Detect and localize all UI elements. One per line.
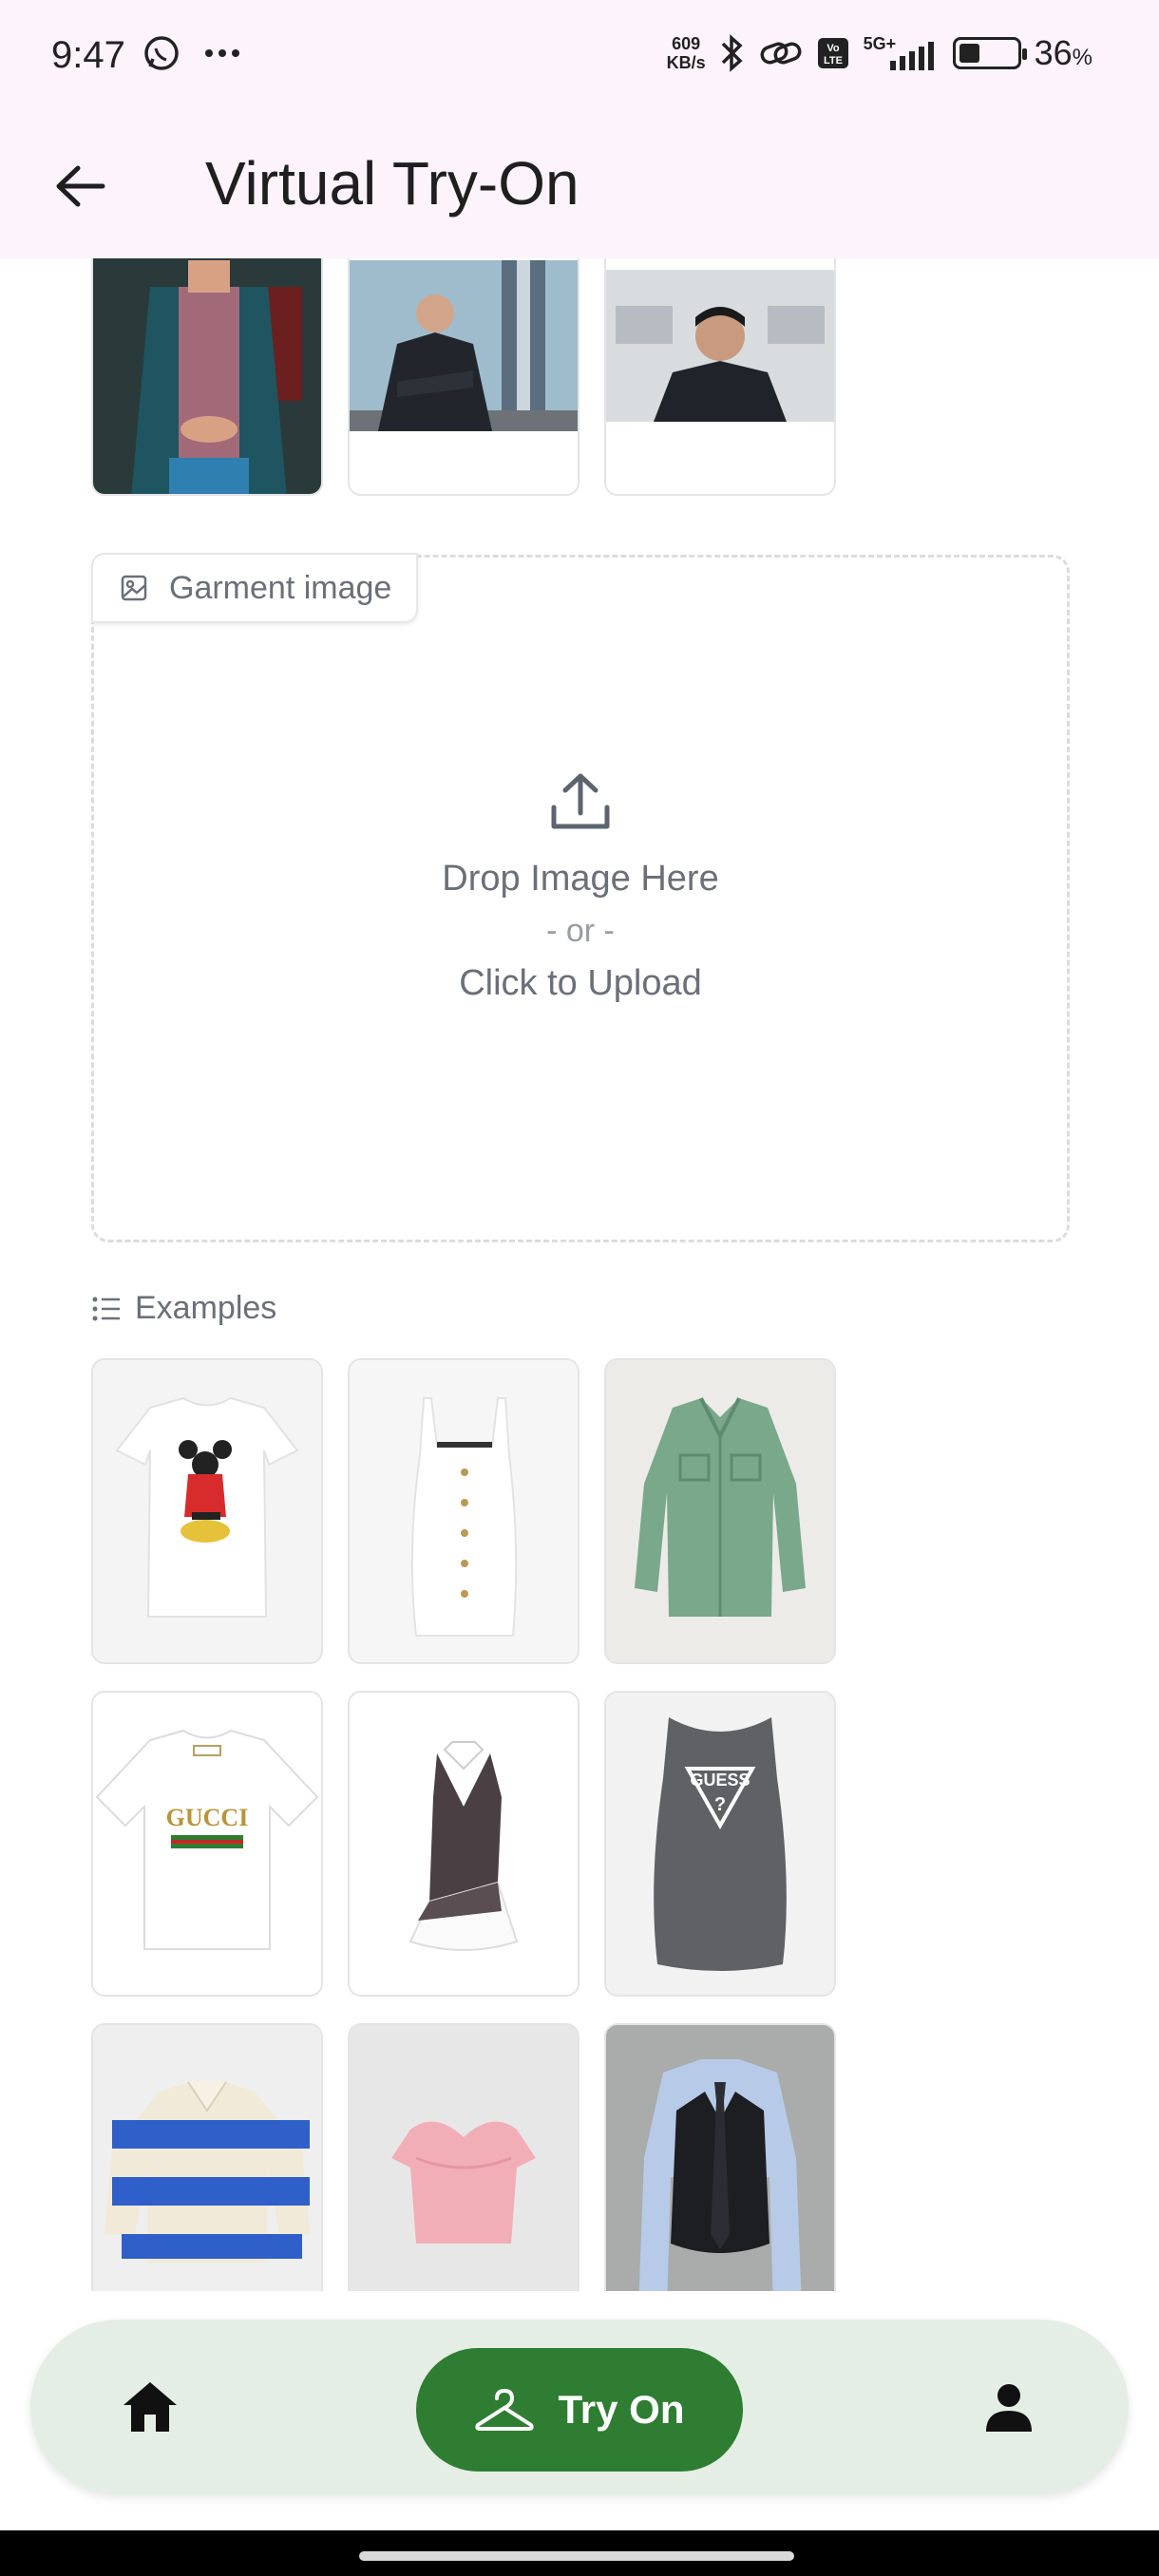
- hanger-icon: [475, 2389, 535, 2431]
- more-notifications-icon: [205, 49, 239, 57]
- garment-label-text: Garment image: [169, 569, 392, 606]
- white-tank-image: [350, 1360, 578, 1662]
- svg-text:GUCCI: GUCCI: [166, 1804, 249, 1831]
- garment-example-minnie-tshirt[interactable]: [91, 1358, 323, 1664]
- battery-percent: 36%: [1034, 33, 1092, 72]
- page-title: Virtual Try-On: [205, 149, 580, 218]
- nav-profile-button[interactable]: [971, 2369, 1047, 2445]
- person-icon: [986, 2384, 1032, 2432]
- signal-indicator: 5G+: [864, 34, 940, 72]
- person-photo-1: [93, 258, 321, 494]
- link-icon: [760, 42, 802, 65]
- nav-home-button[interactable]: [112, 2369, 188, 2445]
- net-speed: 609 KB/s: [666, 34, 706, 72]
- svg-text:?: ?: [714, 1794, 726, 1815]
- gesture-handle[interactable]: [359, 2551, 794, 2561]
- person-photo-3: [606, 258, 834, 494]
- try-on-label: Try On: [558, 2387, 685, 2432]
- upload-prompt[interactable]: Drop Image Here - or - Click to Upload: [91, 771, 1070, 1004]
- striped-rugby-image: [93, 2025, 321, 2291]
- whatsapp-icon: [144, 36, 179, 70]
- green-jacket-image: [606, 1360, 834, 1662]
- guess-tank-image: GUESS ?: [606, 1693, 834, 1995]
- status-time: 9:47: [51, 34, 125, 76]
- nav-try-on-button[interactable]: Try On: [416, 2348, 743, 2472]
- signal-icon: [889, 42, 934, 70]
- garment-example-tennis-dress[interactable]: [348, 1691, 580, 1997]
- drop-image-text: Drop Image Here: [442, 859, 719, 899]
- examples-label: Examples: [135, 1290, 277, 1326]
- minnie-tshirt-image: [93, 1360, 321, 1662]
- garment-example-gucci-tshirt[interactable]: GUCCI: [91, 1691, 323, 1997]
- system-gesture-bar: [0, 2530, 1159, 2576]
- bottom-navigation: Try On: [30, 2320, 1129, 2494]
- garment-example-striped-rugby[interactable]: [91, 2023, 323, 2291]
- garment-example-shirt-tie[interactable]: [604, 2023, 836, 2291]
- garment-example-white-tank[interactable]: [348, 1358, 580, 1664]
- or-separator: - or -: [546, 913, 615, 949]
- svg-text:LTE: LTE: [824, 55, 843, 66]
- person-example-1[interactable]: [91, 258, 323, 496]
- app-bar: Virtual Try-On: [0, 114, 1159, 258]
- status-bar: 9:47 609 KB/s Vo LTE 5G+ 36%: [0, 0, 1159, 114]
- battery-icon: [952, 37, 1027, 69]
- status-notification-icons: [142, 34, 241, 72]
- bluetooth-icon: [721, 34, 743, 72]
- list-icon: [92, 1297, 120, 1320]
- battery-level: [959, 44, 979, 63]
- back-button[interactable]: [42, 148, 118, 224]
- person-photo-2: [350, 258, 578, 494]
- image-icon: [121, 575, 147, 601]
- pink-top-image: [350, 2025, 578, 2291]
- svg-text:Vo: Vo: [826, 43, 840, 54]
- garment-example-pink-top[interactable]: [348, 2023, 580, 2291]
- garment-example-guess-tank[interactable]: GUESS ?: [604, 1691, 836, 1997]
- svg-text:GUESS: GUESS: [690, 1771, 750, 1790]
- arrow-left-icon: [56, 165, 105, 207]
- volte-icon: Vo LTE: [817, 38, 848, 68]
- examples-header: Examples: [91, 1290, 276, 1327]
- home-icon: [124, 2382, 177, 2432]
- upload-icon: [551, 773, 610, 829]
- main-content[interactable]: Garment image Drop Image Here - or - Cli…: [0, 258, 1159, 2291]
- shirt-tie-image: [606, 2025, 834, 2291]
- gucci-tshirt-image: GUCCI: [93, 1693, 321, 1995]
- status-system-icons: 609 KB/s Vo LTE 5G+ 36%: [667, 32, 1092, 74]
- garment-image-label: Garment image: [91, 553, 419, 623]
- person-example-2[interactable]: [348, 258, 580, 496]
- click-to-upload-text[interactable]: Click to Upload: [459, 963, 702, 1004]
- garment-example-green-jacket[interactable]: [604, 1358, 836, 1664]
- person-example-3[interactable]: [604, 258, 836, 496]
- tennis-dress-image: [350, 1693, 578, 1995]
